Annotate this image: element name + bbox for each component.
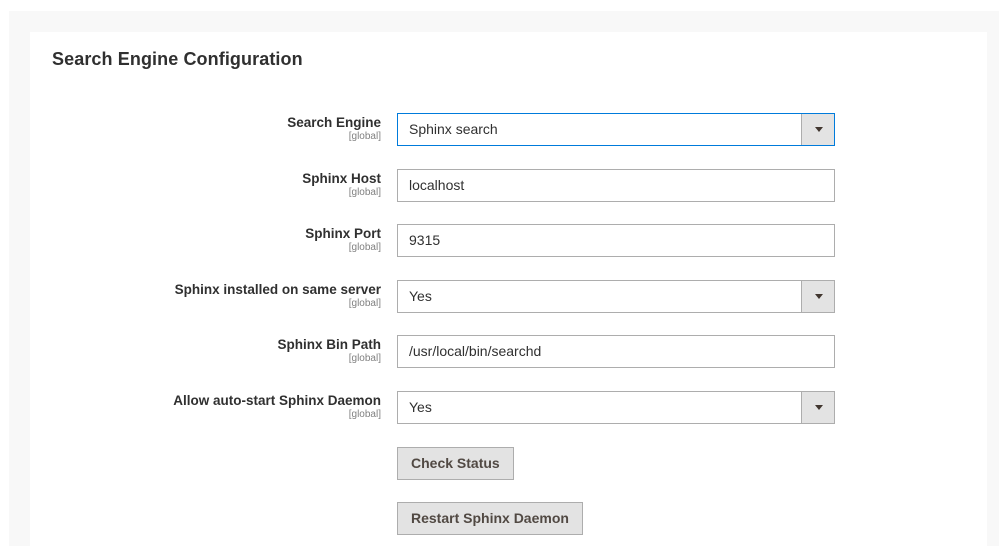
chevron-down-icon[interactable] [801,392,834,423]
field-row-auto-start: Allow auto-start Sphinx Daemon [global] … [0,391,999,425]
scope-label: [global] [348,409,381,420]
field-label-same-server: Sphinx installed on same server [global] [175,282,381,310]
field-row-same-server: Sphinx installed on same server [global]… [0,280,999,314]
scope-label: [global] [348,353,381,364]
chevron-down-icon[interactable] [801,281,834,312]
field-label-search-engine: Search Engine [global] [287,115,381,143]
input-value: 9315 [409,232,441,248]
field-row-sphinx-host: Sphinx Host [global] localhost [0,169,999,203]
bin-path-input[interactable]: /usr/local/bin/searchd [397,335,835,368]
field-row-sphinx-port: Sphinx Port [global] 9315 [0,224,999,258]
field-label-text: Sphinx Bin Path [277,337,381,352]
field-label-text: Sphinx Host [302,171,381,186]
select-value: Yes [409,399,432,415]
check-status-button[interactable]: Check Status [397,447,514,480]
scope-label: [global] [348,298,381,309]
field-row-search-engine: Search Engine [global] Sphinx search [0,113,999,147]
scope-label: [global] [348,131,381,142]
field-label-text: Search Engine [287,115,381,130]
field-label-text: Sphinx installed on same server [174,282,381,297]
select-value: Yes [409,288,432,304]
field-label-auto-start: Allow auto-start Sphinx Daemon [global] [173,393,381,421]
field-label-text: Allow auto-start Sphinx Daemon [173,393,381,408]
field-label-sphinx-port: Sphinx Port [global] [305,226,381,254]
field-label-sphinx-host: Sphinx Host [global] [302,171,381,199]
chevron-down-icon[interactable] [801,114,834,145]
input-value: /usr/local/bin/searchd [409,343,542,359]
field-label-bin-path: Sphinx Bin Path [global] [277,337,381,365]
select-value: Sphinx search [409,121,498,137]
field-label-text: Sphinx Port [305,226,381,241]
restart-daemon-button[interactable]: Restart Sphinx Daemon [397,502,583,535]
scope-label: [global] [348,242,381,253]
same-server-select[interactable]: Yes [397,280,835,313]
section-title: Search Engine Configuration [52,49,303,69]
scope-label: [global] [348,187,381,198]
sphinx-host-input[interactable]: localhost [397,169,835,202]
field-row-bin-path: Sphinx Bin Path [global] /usr/local/bin/… [0,335,999,369]
search-engine-select[interactable]: Sphinx search [397,113,835,146]
auto-start-select[interactable]: Yes [397,391,835,424]
input-value: localhost [409,177,465,193]
sphinx-port-input[interactable]: 9315 [397,224,835,257]
